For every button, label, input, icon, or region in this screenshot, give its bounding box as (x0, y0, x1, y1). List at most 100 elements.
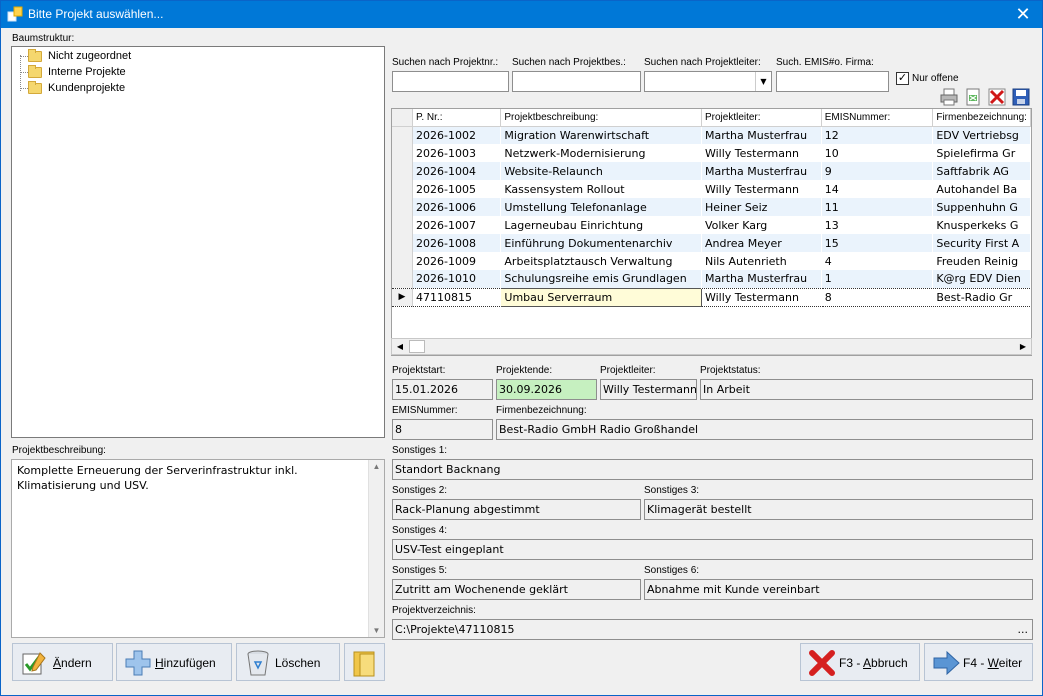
nur-offene-checkbox[interactable]: ✓ (896, 72, 909, 85)
cell-firma[interactable]: Spielefirma Gr (933, 144, 1031, 162)
cell-projektleiter[interactable]: Volker Karg (701, 216, 821, 234)
loeschen-button[interactable]: Löschen (236, 643, 340, 681)
scroll-thumb[interactable] (409, 340, 425, 353)
row-indicator[interactable]: ▶ (392, 287, 413, 307)
sonstiges5-field[interactable]: Zutritt am Wochenende geklärt (392, 579, 641, 600)
project-grid[interactable]: P. Nr.: Projektbeschreibung: Projektleit… (391, 108, 1032, 356)
row-indicator[interactable] (392, 198, 413, 216)
cell-emis[interactable]: 1 (821, 270, 933, 288)
cell-beschreibung[interactable]: Einführung Dokumentenarchiv (500, 234, 702, 252)
firma-field[interactable]: Best-Radio GmbH Radio Großhandel (496, 419, 1033, 440)
cell-emis[interactable]: 14 (821, 180, 933, 198)
weiter-button[interactable]: F4 - Weiter (924, 643, 1033, 681)
cell-firma[interactable]: K@rg EDV Dien (932, 270, 1031, 288)
cell-pnr[interactable]: 2026-1003 (412, 144, 500, 162)
cell-pnr[interactable]: 2026-1010 (412, 270, 501, 288)
cell-beschreibung[interactable]: Kassensystem Rollout (501, 180, 702, 198)
column-header-beschreibung[interactable]: Projektbeschreibung: (500, 109, 702, 127)
column-header-projektleiter[interactable]: Projektleiter: (701, 109, 822, 127)
cell-projektleiter[interactable]: Andrea Meyer (701, 234, 822, 252)
cell-pnr[interactable]: 2026-1009 (412, 252, 500, 270)
projektende-field[interactable]: 30.09.2026 (496, 379, 597, 400)
cell-firma[interactable]: Freuden Reinig (933, 252, 1031, 270)
row-indicator[interactable] (392, 126, 413, 144)
row-indicator[interactable] (392, 216, 413, 234)
cell-beschreibung[interactable]: Umstellung Telefonanlage (500, 198, 702, 216)
row-indicator[interactable] (392, 144, 413, 162)
projektleiter-field[interactable]: Willy Testermann (600, 379, 697, 400)
cell-firma[interactable]: Security First A (932, 234, 1031, 252)
hinzufuegen-button[interactable]: Hinzufügen (116, 643, 232, 681)
sonstiges2-field[interactable]: Rack-Planung abgestimmt (392, 499, 641, 520)
row-indicator[interactable] (392, 252, 413, 270)
row-indicator[interactable] (392, 180, 413, 198)
row-indicator[interactable] (392, 270, 413, 288)
cell-beschreibung[interactable]: Lagerneubau Einrichtung (501, 216, 702, 234)
delete-red-x-icon[interactable] (987, 87, 1007, 107)
cell-beschreibung[interactable]: Umbau Serverraum (500, 287, 702, 307)
cell-firma[interactable]: Autohandel Ba (933, 180, 1031, 198)
table-row[interactable]: 2026-1004 Website-Relaunch Martha Musterfr… (392, 162, 1031, 180)
cell-emis[interactable]: 15 (821, 234, 933, 252)
open-folder-button[interactable] (344, 643, 385, 681)
scroll-right-icon[interactable]: ▶ (1015, 339, 1031, 354)
cell-projektleiter[interactable]: Willy Testermann (701, 144, 821, 162)
search-emis-input[interactable] (776, 71, 889, 92)
grid-horizontal-scrollbar[interactable]: ◀ ▶ (391, 338, 1032, 355)
search-projnr-input[interactable] (392, 71, 509, 92)
beschreibung-textarea[interactable]: Komplette Erneuerung der Serverinfrastru… (11, 459, 385, 638)
aendern-button[interactable]: Ändern (12, 643, 113, 681)
projektstart-field[interactable]: 15.01.2026 (392, 379, 493, 400)
table-row[interactable]: 2026-1008 Einführung Dokumentenarchiv Andr… (392, 234, 1031, 252)
tree-view[interactable]: Nicht zugeordnet Interne Projekte Kunden… (11, 46, 385, 438)
column-header-firma[interactable]: Firmenbezeichnung: (932, 109, 1031, 127)
cell-projektleiter[interactable]: Nils Autenrieth (701, 252, 821, 270)
emis-field[interactable]: 8 (392, 419, 493, 440)
table-row[interactable]: 2026-1007 Lagerneubau Einrichtung Volker K… (392, 216, 1031, 234)
cell-emis[interactable]: 9 (821, 162, 933, 180)
chevron-down-icon[interactable]: ▼ (755, 72, 771, 91)
cell-projektleiter[interactable]: Martha Musterfrau (701, 126, 822, 144)
cell-beschreibung[interactable]: Website-Relaunch (500, 162, 702, 180)
beschreibung-scrollbar[interactable]: ▲ ▼ (368, 460, 384, 637)
cell-emis[interactable]: 12 (821, 126, 933, 144)
cell-beschreibung[interactable]: Schulungsreihe emis Grundlagen (500, 270, 702, 288)
cell-beschreibung[interactable]: Migration Warenwirtschaft (500, 126, 702, 144)
cell-projektleiter[interactable]: Martha Musterfrau (701, 162, 822, 180)
table-row[interactable]: ▶ 47110815 Umbau Serverraum Willy Testerman… (392, 287, 1031, 307)
cell-projektleiter[interactable]: Willy Testermann (701, 180, 821, 198)
cell-emis[interactable]: 13 (821, 216, 933, 234)
cell-beschreibung[interactable]: Netzwerk-Modernisierung (501, 144, 702, 162)
cell-pnr[interactable]: 2026-1005 (412, 180, 500, 198)
cell-firma[interactable]: Knusperkeks G (933, 216, 1031, 234)
scroll-down-icon[interactable]: ▼ (369, 626, 384, 635)
scroll-left-icon[interactable]: ◀ (392, 339, 408, 354)
sonstiges4-field[interactable]: USV-Test eingeplant (392, 539, 1033, 560)
printer-icon[interactable] (939, 87, 959, 107)
cell-firma[interactable]: Best-Radio Gr (932, 287, 1031, 307)
abbruch-button[interactable]: F3 - Abbruch (800, 643, 920, 681)
cell-projektleiter[interactable]: Heiner Seiz (701, 198, 822, 216)
cell-emis[interactable]: 8 (821, 287, 933, 307)
table-row[interactable]: 2026-1005 Kassensystem Rollout Willy Teste… (392, 180, 1031, 198)
sonstiges6-field[interactable]: Abnahme mit Kunde vereinbart (644, 579, 1033, 600)
cell-pnr[interactable]: 2026-1008 (412, 234, 501, 252)
export-excel-icon[interactable] (963, 87, 983, 107)
projektstatus-field[interactable]: In Arbeit (700, 379, 1033, 400)
browse-button[interactable]: ... (1018, 623, 1029, 636)
table-row[interactable]: 2026-1009 Arbeitsplatztausch Verwaltung Ni… (392, 252, 1031, 270)
close-icon[interactable]: ✕ (1008, 3, 1038, 25)
row-indicator[interactable] (392, 162, 413, 180)
table-row[interactable]: 2026-1002 Migration Warenwirtschaft Martha… (392, 126, 1031, 144)
cell-beschreibung[interactable]: Arbeitsplatztausch Verwaltung (501, 252, 702, 270)
sonstiges3-field[interactable]: Klimagerät bestellt (644, 499, 1033, 520)
save-disk-icon[interactable] (1011, 87, 1031, 107)
cell-projektleiter[interactable]: Martha Musterfrau (701, 270, 822, 288)
cell-emis[interactable]: 4 (821, 252, 933, 270)
column-header-emis[interactable]: EMISNummer: (821, 109, 934, 127)
cell-firma[interactable]: Suppenhuhn G (932, 198, 1031, 216)
cell-firma[interactable]: Saftfabrik AG (932, 162, 1031, 180)
cell-emis[interactable]: 10 (821, 144, 933, 162)
cell-pnr[interactable]: 47110815 (412, 287, 501, 307)
cell-pnr[interactable]: 2026-1006 (412, 198, 501, 216)
